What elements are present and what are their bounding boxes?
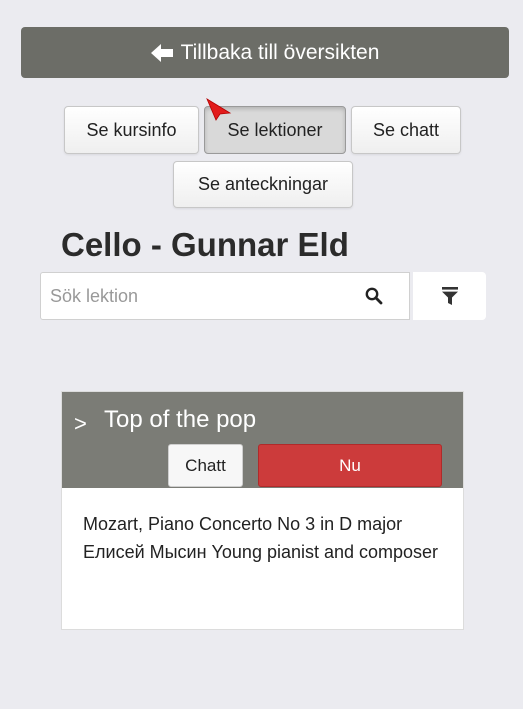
lesson-card: > Top of the pop Chatt Nu Mozart, Piano … — [61, 391, 464, 630]
lesson-description: Mozart, Piano Concerto No 3 in D major Е… — [83, 514, 439, 562]
tab-course-info-label: Se kursinfo — [86, 119, 177, 140]
tab-notes-label: Se anteckningar — [197, 174, 329, 194]
lesson-card-header[interactable]: > Top of the pop Chatt Nu — [62, 392, 463, 488]
lesson-title: Top of the pop — [104, 406, 257, 433]
filter-icon — [441, 287, 458, 305]
search-input[interactable] — [50, 273, 350, 319]
back-label: Tillbaka till översikten — [180, 40, 380, 64]
back-to-overview-button[interactable]: Tillbaka till översikten — [21, 27, 509, 78]
tab-course-info[interactable]: Se kursinfo — [64, 106, 199, 154]
tab-lessons-label: Se lektioner — [227, 119, 323, 140]
arrow-left-icon — [150, 44, 173, 62]
lesson-chat-label: Chatt — [185, 455, 226, 475]
lesson-chat-button[interactable]: Chatt — [168, 444, 243, 487]
tab-chat-label: Se chatt — [372, 119, 440, 140]
lesson-now-button[interactable]: Nu — [258, 444, 442, 487]
lesson-now-label: Nu — [339, 455, 361, 475]
tab-chat[interactable]: Se chatt — [351, 106, 461, 154]
chevron-right-icon[interactable]: > — [74, 411, 87, 437]
search-box — [40, 272, 410, 320]
tab-notes[interactable]: Se anteckningar — [173, 161, 353, 208]
course-title: Cello - Gunnar Eld — [61, 226, 349, 263]
filter-button[interactable] — [413, 272, 486, 320]
cursor-pointer-icon — [206, 98, 232, 121]
search-icon[interactable] — [365, 287, 383, 305]
